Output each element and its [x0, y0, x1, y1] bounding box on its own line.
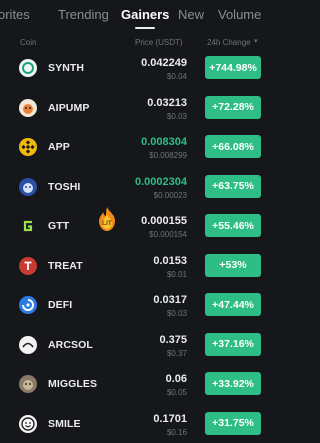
- change-badge: +55.46%: [205, 214, 261, 237]
- coin-name: TREAT: [48, 259, 83, 272]
- change-badge: +47.44%: [205, 293, 261, 316]
- coin-name: MIGGLES: [48, 378, 98, 390]
- coin-row-miggles[interactable]: MIGGLES 0.06 $0.05 +33.92%: [0, 365, 280, 405]
- tab-new[interactable]: New: [178, 7, 204, 22]
- coin-usd-price: $0.00023: [153, 190, 187, 200]
- coin-usd-price: $0.03: [166, 309, 187, 318]
- tab-favorites[interactable]: orites: [0, 7, 30, 22]
- coin-price: 0.375: [159, 333, 187, 346]
- coin-price: 0.000155: [141, 215, 187, 227]
- coin-price: 0.0317: [153, 294, 187, 306]
- change-badge: +63.75%: [205, 174, 261, 198]
- treat-icon: [19, 256, 37, 275]
- app-icon: [19, 138, 37, 156]
- coin-row-toshi[interactable]: TOSHI 0.0002304 $0.00023 +63.75%: [0, 168, 280, 208]
- coin-price: 0.0002304: [135, 175, 187, 188]
- market-tabs: orites Trending Gainers New Volume: [0, 0, 280, 30]
- gtt-icon: [19, 217, 37, 235]
- coin-row-synth[interactable]: SYNTH 0.042249 $0.04 +744.98%: [0, 49, 280, 89]
- market-app: orites Trending Gainers New Volume Coin …: [0, 0, 280, 443]
- coin-price: 0.008304: [141, 136, 187, 148]
- toshi-icon: [19, 177, 37, 196]
- coin-usd-price: $0.05: [166, 388, 187, 397]
- coin-price: 0.042249: [141, 57, 187, 69]
- coin-name: SYNTH: [48, 62, 85, 74]
- coin-usd-price: $0.03: [166, 111, 187, 121]
- coin-row-treat[interactable]: TREAT 0.0153 $0.01 +53%: [0, 247, 280, 287]
- coin-name: APP: [48, 141, 70, 153]
- coin-row-smile[interactable]: SMILE 0.1701 $0.16 +31.75%: [0, 405, 280, 443]
- column-change[interactable]: 24h Change: [207, 38, 251, 47]
- coin-row-defi[interactable]: DEFI 0.0317 $0.03 +47.44%: [0, 286, 280, 326]
- change-badge: +744.98%: [205, 56, 261, 79]
- sort-caret-icon[interactable]: ▾: [254, 37, 258, 45]
- coin-usd-price: $0.01: [166, 269, 187, 279]
- coin-price: 0.03213: [147, 96, 187, 109]
- coin-price: 0.0153: [153, 254, 187, 267]
- column-coin: Coin: [20, 38, 37, 47]
- coin-name: TOSHI: [48, 180, 81, 193]
- coin-usd-price: $0.000154: [149, 230, 187, 239]
- tab-gainers[interactable]: Gainers: [121, 7, 169, 22]
- coin-name: SMILE: [48, 417, 81, 430]
- coin-usd-price: $0.16: [166, 427, 187, 437]
- coin-row-gtt[interactable]: GTT 0.000155 $0.000154 +55.46%: [0, 207, 280, 247]
- lit-label: LIT: [102, 220, 112, 227]
- defi-icon: [19, 296, 37, 314]
- coin-name: GTT: [48, 220, 70, 232]
- coin-row-aipump[interactable]: AIPUMP 0.03213 $0.03 +72.28%: [0, 89, 280, 129]
- coin-usd-price: $0.04: [166, 72, 187, 81]
- coin-name: AIPUMP: [48, 101, 90, 114]
- tab-trending[interactable]: Trending: [58, 7, 109, 22]
- change-badge: +33.92%: [205, 372, 261, 395]
- change-badge: +72.28%: [205, 95, 261, 119]
- coin-row-app[interactable]: APP 0.008304 $0.008299 +66.08%: [0, 128, 280, 168]
- miggles-icon: [19, 375, 37, 393]
- change-badge: +53%: [205, 253, 261, 277]
- active-tab-indicator: [135, 27, 155, 29]
- coin-usd-price: $0.37: [166, 348, 187, 358]
- smile-icon: [19, 414, 37, 433]
- coin-price: 0.1701: [153, 412, 187, 425]
- change-badge: +37.16%: [205, 332, 261, 356]
- coin-list: SYNTH 0.042249 $0.04 +744.98% AIPUMP 0.0…: [0, 49, 280, 443]
- synth-icon: [19, 59, 37, 77]
- lit-fire-icon: LIT: [99, 207, 115, 231]
- coin-name: DEFI: [48, 299, 73, 311]
- coin-row-arcsol[interactable]: ARCSOL 0.375 $0.37 +37.16%: [0, 326, 280, 366]
- coin-price: 0.06: [165, 373, 187, 385]
- coin-name: ARCSOL: [48, 338, 93, 351]
- column-price[interactable]: Price (USDT): [135, 38, 183, 47]
- coin-usd-price: $0.008299: [149, 151, 187, 160]
- aipump-icon: [19, 98, 37, 117]
- tab-volume[interactable]: Volume: [218, 7, 261, 22]
- arcsol-icon: [19, 335, 37, 354]
- change-badge: +66.08%: [205, 135, 261, 158]
- change-badge: +31.75%: [205, 411, 261, 435]
